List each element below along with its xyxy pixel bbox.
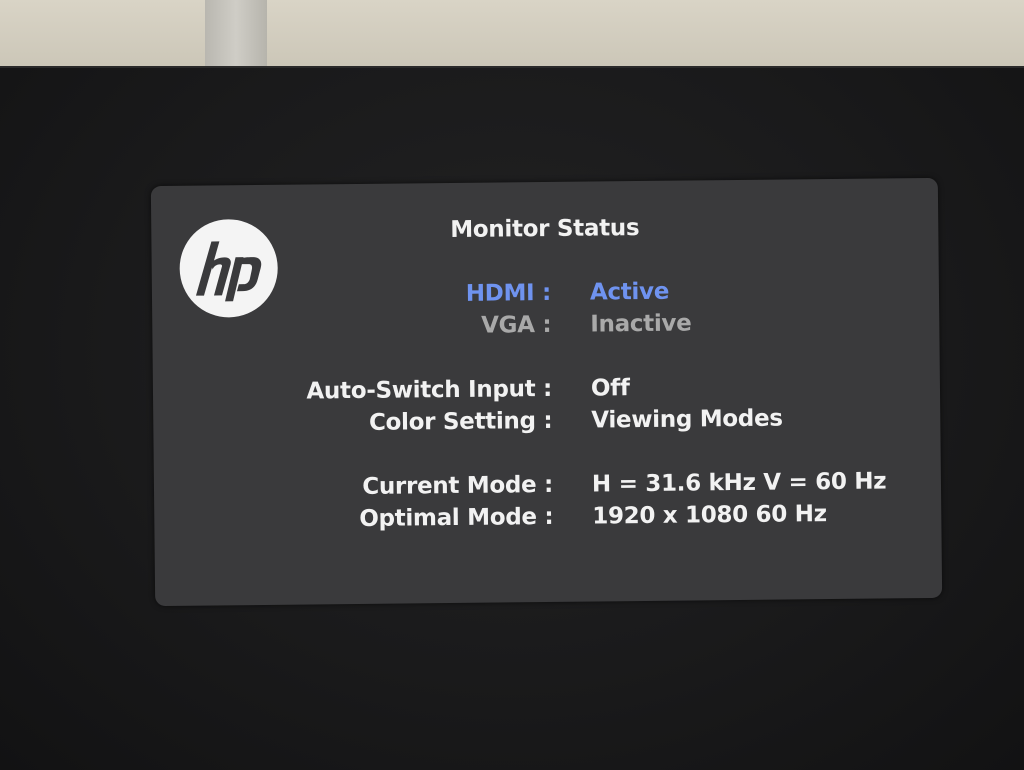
current-mode-value: H = 31.6 kHz V = 60 Hz	[591, 468, 887, 498]
monitor-status-osd: Monitor Status HDMI : Active VGA : Inact…	[150, 177, 943, 607]
background-wall	[0, 0, 1024, 70]
setting-row-color: Color Setting : Viewing Modes	[153, 404, 940, 444]
osd-title: Monitor Status	[450, 215, 640, 243]
color-setting-label: Color Setting :	[368, 407, 553, 436]
mode-row-optimal: Optimal Mode : 1920 x 1080 60 Hz	[154, 500, 941, 540]
color-setting-value: Viewing Modes	[591, 405, 783, 434]
hdmi-status: Active	[589, 278, 670, 306]
optimal-mode-value: 1920 x 1080 60 Hz	[592, 501, 827, 530]
vga-label: VGA :	[480, 311, 552, 339]
input-row-vga: VGA : Inactive	[152, 308, 939, 348]
auto-switch-value: Off	[590, 375, 630, 402]
auto-switch-label: Auto-Switch Input :	[306, 375, 553, 405]
hdmi-label: HDMI :	[465, 279, 552, 307]
vga-status: Inactive	[590, 310, 692, 338]
optimal-mode-label: Optimal Mode :	[359, 503, 554, 532]
background-post	[205, 0, 267, 70]
current-mode-label: Current Mode :	[362, 471, 554, 500]
